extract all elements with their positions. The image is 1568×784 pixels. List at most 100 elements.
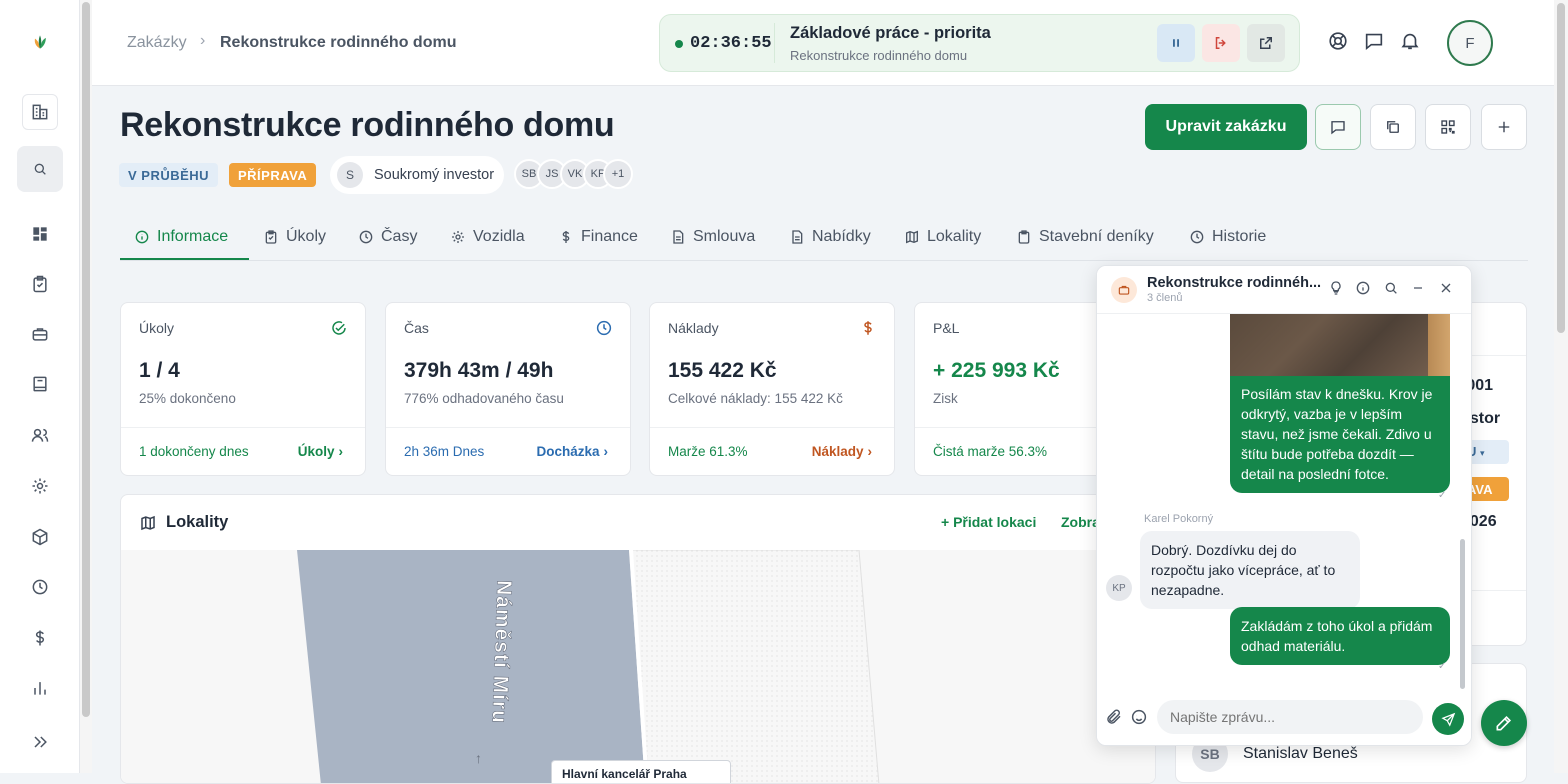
qr-button[interactable] — [1425, 104, 1471, 150]
clock-icon — [596, 320, 612, 336]
dashboard-icon[interactable] — [24, 218, 56, 250]
tab-smlouva[interactable]: Smlouva — [670, 228, 755, 246]
company-icon[interactable] — [22, 94, 58, 130]
user-initial: F — [1465, 34, 1475, 52]
box-icon[interactable] — [24, 521, 56, 553]
members-more[interactable]: +1 — [603, 159, 633, 189]
status-badge[interactable]: V PRŮBĚHU — [119, 163, 219, 187]
tasks-icon[interactable] — [24, 268, 56, 300]
comment-icon — [1331, 121, 1345, 135]
duplicate-button[interactable] — [1370, 104, 1416, 150]
tab-nabidky[interactable]: Nabídky — [789, 228, 871, 246]
briefcase-icon[interactable] — [24, 318, 56, 350]
gear-icon[interactable] — [24, 470, 56, 502]
search-icon[interactable] — [1383, 280, 1401, 298]
logo-icon[interactable] — [24, 26, 56, 58]
tasks-link[interactable]: Úkoly › — [298, 444, 343, 459]
add-button[interactable] — [1481, 104, 1527, 150]
minimize-icon[interactable] — [1410, 280, 1428, 298]
stat-card-costs: Náklady 155 422 Kč Celkové náklady: 155 … — [649, 302, 895, 476]
recording-dot — [675, 40, 683, 48]
attendance-link[interactable]: Docházka › — [536, 444, 608, 459]
external-link-icon — [1260, 37, 1272, 49]
tab-vozidla[interactable]: Vozidla — [450, 228, 525, 246]
breadcrumb-current: Rekonstrukce rodinného domu — [220, 34, 457, 51]
plus-icon — [1498, 121, 1510, 133]
page-scrollbar[interactable] — [1554, 0, 1568, 773]
check-circle-icon — [332, 321, 346, 335]
book-icon[interactable] — [24, 368, 56, 400]
arrow-up-icon: ↑ — [475, 750, 482, 766]
tab-historie[interactable]: Historie — [1189, 228, 1266, 246]
chat-window: Rekonstrukce rodinnéh... 3 členů Posílám… — [1096, 265, 1472, 746]
help-icon[interactable] — [1327, 30, 1351, 54]
gear-icon — [452, 231, 464, 243]
send-icon — [1440, 712, 1455, 727]
briefcase-icon — [1118, 285, 1130, 295]
tab-finance[interactable]: Finance — [558, 228, 638, 246]
timer-time: 02:36:55 — [690, 34, 772, 53]
phase-badge[interactable]: PŘÍPRAVA — [229, 163, 317, 187]
chevron-down-icon: ▾ — [1480, 448, 1485, 458]
breadcrumb-parent[interactable]: Zakázky — [127, 34, 187, 52]
chevron-right-icon: › — [603, 444, 609, 459]
edit-project-button[interactable]: Upravit zakázku — [1145, 104, 1307, 150]
author-avatar: KP — [1106, 575, 1132, 601]
costs-link[interactable]: Náklady › — [812, 444, 872, 459]
clock-icon[interactable] — [24, 571, 56, 603]
new-message-button[interactable] — [1481, 700, 1527, 746]
timer-project: Rekonstrukce rodinného domu — [790, 48, 968, 63]
qr-code-icon — [1441, 120, 1455, 134]
bell-icon[interactable] — [1399, 30, 1423, 54]
client-chip[interactable]: S Soukromý investor — [330, 156, 504, 194]
tab-lokality[interactable]: Lokality — [904, 228, 981, 246]
chat-message: Dobrý. Dozdívku dej do rozpočtu jako víc… — [1140, 531, 1360, 609]
stop-button[interactable] — [1202, 24, 1240, 62]
users-icon[interactable] — [24, 419, 56, 451]
comment-button[interactable] — [1315, 104, 1361, 150]
send-button[interactable] — [1432, 703, 1464, 735]
sidebar-scrollbar[interactable] — [80, 0, 92, 773]
copy-icon — [1387, 121, 1399, 133]
chat-message-input[interactable] — [1157, 700, 1423, 734]
tab-stavebni-deniky[interactable]: Stavební deníky — [1016, 228, 1154, 246]
photo-attachment[interactable] — [1230, 314, 1450, 376]
chat-messages[interactable]: Posílám stav k dnešku. Krov je odkrytý, … — [1097, 314, 1471, 694]
close-icon[interactable] — [1438, 280, 1456, 298]
active-timer[interactable]: 02:36:55 Základové práce - priorita Reko… — [659, 14, 1300, 72]
expand-icon[interactable] — [24, 726, 56, 758]
tab-informace[interactable]: Informace — [134, 228, 228, 246]
locations-panel: Lokality + Přidat lokaci Zobra Náměstí M… — [120, 494, 1156, 784]
info-icon[interactable] — [1355, 280, 1373, 298]
map-view[interactable]: Náměstí Míru ↑ Hlavní kancelář Praha — [121, 550, 1155, 783]
show-map-button[interactable]: Zobra — [1061, 514, 1100, 530]
dollar-icon[interactable] — [24, 622, 56, 654]
read-receipt-icon: ✓ — [1438, 490, 1447, 501]
message-author: Karel Pokorný — [1144, 513, 1214, 525]
search-icon[interactable] — [17, 146, 63, 192]
info-icon — [135, 230, 149, 244]
chevron-right-icon: › — [867, 444, 873, 459]
emoji-icon[interactable] — [1130, 708, 1150, 728]
add-location-button[interactable]: + Přidat lokaci — [941, 514, 1036, 530]
chat-members-count: 3 členů — [1147, 292, 1183, 304]
chart-icon[interactable] — [24, 672, 56, 704]
user-avatar[interactable]: F — [1447, 20, 1493, 66]
chat-scrollbar[interactable] — [1460, 539, 1465, 689]
locations-title: Lokality — [166, 513, 229, 531]
location-marker-label[interactable]: Hlavní kancelář Praha — [551, 760, 731, 783]
lightbulb-icon[interactable] — [1328, 280, 1346, 298]
pause-button[interactable] — [1157, 24, 1195, 62]
messages-icon[interactable] — [1363, 30, 1387, 54]
client-avatar: S — [337, 162, 363, 188]
chat-project-icon — [1111, 277, 1137, 303]
tab-bar: Informace Úkoly Časy Vozidla Finance Sml… — [120, 216, 1528, 261]
paperclip-icon[interactable] — [1105, 708, 1125, 728]
open-external-button[interactable] — [1247, 24, 1285, 62]
chat-header: Rekonstrukce rodinnéh... 3 členů — [1097, 266, 1471, 314]
map-icon — [141, 515, 155, 531]
tab-ukoly[interactable]: Úkoly — [263, 228, 326, 246]
tab-casy[interactable]: Časy — [358, 228, 417, 246]
sidebar — [0, 0, 80, 773]
chat-message: Posílám stav k dnešku. Krov je odkrytý, … — [1230, 376, 1450, 493]
